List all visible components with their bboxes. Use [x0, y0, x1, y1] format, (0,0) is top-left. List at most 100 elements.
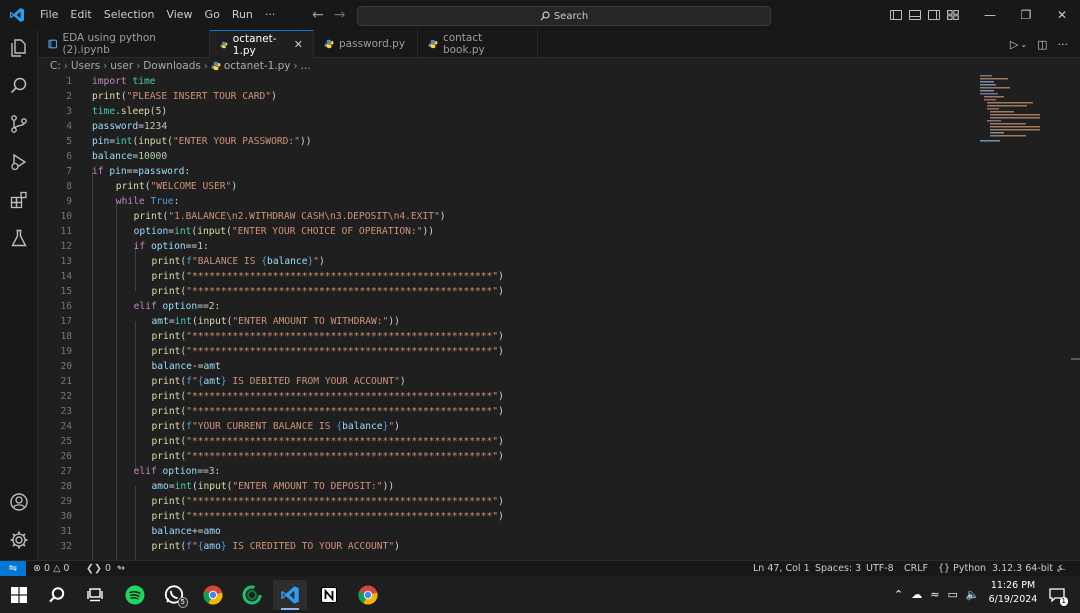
chrome-icon[interactable] [196, 580, 230, 610]
code-line[interactable]: 14 print("*******************************… [38, 269, 1038, 284]
tab-eda-notebook[interactable]: EDA using python (2).ipynb [38, 30, 210, 57]
run-python-file-icon[interactable]: ▷ [1010, 38, 1018, 51]
whatsapp-icon[interactable]: 5 [157, 580, 191, 610]
code-line[interactable]: 2 print("PLEASE INSERT TOUR CARD") [38, 89, 1038, 104]
ports-indicator[interactable]: ❮❯ 0 [86, 561, 111, 576]
vscode-taskbar-icon[interactable] [273, 580, 307, 610]
testing-flask-icon[interactable] [7, 226, 31, 250]
breadcrumb-user[interactable]: user [110, 60, 133, 72]
task-view-icon[interactable] [78, 580, 112, 610]
toggle-primary-sidebar-icon[interactable] [890, 10, 902, 20]
weather-cloud-icon[interactable]: ☁ [911, 588, 922, 601]
breadcrumb-file[interactable]: octanet-1.py [224, 60, 291, 72]
breadcrumb-symbol[interactable]: ... [301, 60, 311, 72]
tab-password-py[interactable]: password.py [314, 30, 418, 57]
code-line[interactable]: 16 elif option==2: [38, 299, 1038, 314]
code-line[interactable]: 15 print("*******************************… [38, 284, 1038, 299]
cursor-position[interactable]: Ln 47, Col 1 [753, 561, 810, 576]
menu-run[interactable]: Run [226, 0, 259, 30]
code-line[interactable]: 7 if pin==password: [38, 164, 1038, 179]
code-line[interactable]: 27 elif option==3: [38, 464, 1038, 479]
code-line[interactable]: 32 print(f"{amo} IS CREDITED TO YOUR ACCO… [38, 539, 1038, 554]
menu-more[interactable]: ··· [259, 0, 282, 30]
breadcrumb-drive[interactable]: C: [50, 60, 61, 72]
tab-octanet-py[interactable]: octanet-1.py ✕ [210, 30, 314, 58]
code-line[interactable]: 19 print("*******************************… [38, 344, 1038, 359]
windows-start-icon[interactable] [2, 580, 36, 610]
source-control-icon[interactable] [7, 112, 31, 136]
menu-view[interactable]: View [160, 0, 198, 30]
breadcrumb-downloads[interactable]: Downloads [143, 60, 201, 72]
code-line[interactable]: 21 print(f"{amt} IS DEBITED FROM YOUR ACC… [38, 374, 1038, 389]
code-line[interactable]: 12 if option==1: [38, 239, 1038, 254]
extensions-icon[interactable] [7, 188, 31, 212]
eol-setting[interactable]: CRLF [904, 561, 928, 576]
close-tab-icon[interactable]: ✕ [294, 38, 303, 51]
code-line[interactable]: 5 pin=int(input("ENTER YOUR PASSWORD:")) [38, 134, 1038, 149]
code-line[interactable]: 31 balance+=amo [38, 524, 1038, 539]
code-line[interactable]: 3 time.sleep(5) [38, 104, 1038, 119]
menu-file[interactable]: File [34, 0, 64, 30]
indentation-setting[interactable]: Spaces: 3 [815, 561, 861, 576]
customize-layout-icon[interactable] [947, 10, 959, 20]
python-interpreter[interactable]: 3.12.3 64-bit [992, 561, 1053, 576]
vertical-scrollbar[interactable] [1070, 74, 1080, 560]
remote-indicator-icon[interactable]: ⇋ [0, 561, 26, 576]
code-line[interactable]: 1 import time [38, 74, 1038, 89]
code-line[interactable]: 10 print("1.BALANCE\n2.WITHDRAW CASH\n3.D… [38, 209, 1038, 224]
battery-icon[interactable]: ▭ [947, 588, 957, 601]
code-line[interactable]: 26 print("*******************************… [38, 449, 1038, 464]
chrome-profile-icon[interactable] [351, 580, 385, 610]
accounts-icon[interactable] [7, 490, 31, 514]
code-line[interactable]: 8 print("WELCOME USER") [38, 179, 1038, 194]
spotify-icon[interactable] [118, 580, 152, 610]
language-mode[interactable]: {} Python [938, 561, 986, 576]
search-view-icon[interactable] [7, 74, 31, 98]
split-editor-icon[interactable]: ◫ [1037, 38, 1047, 51]
code-line[interactable]: 23 print("*******************************… [38, 404, 1038, 419]
run-dropdown-chevron-icon[interactable]: ⌄ [1020, 40, 1027, 49]
settings-gear-icon[interactable] [7, 528, 31, 552]
code-line[interactable]: 29 print("*******************************… [38, 494, 1038, 509]
encoding-setting[interactable]: UTF-8 [866, 561, 894, 576]
code-line[interactable]: 24 print(f"YOUR CURRENT BALANCE IS {balan… [38, 419, 1038, 434]
code-line[interactable]: 6 balance=10000 [38, 149, 1038, 164]
wifi-icon[interactable]: ≈ [930, 588, 939, 601]
code-line[interactable]: 30 print("*******************************… [38, 509, 1038, 524]
problems-indicator[interactable]: ⊗ 0 △ 0 [33, 561, 69, 576]
notification-center-icon[interactable]: 1 [1040, 580, 1074, 610]
live-share-icon[interactable]: ↬ [117, 561, 125, 576]
code-line[interactable]: 28 amo=int(input("ENTER AMOUNT TO DEPOSIT… [38, 479, 1038, 494]
code-line[interactable]: 17 amt=int(input("ENTER AMOUNT TO WITHDRA… [38, 314, 1038, 329]
forward-arrow-icon[interactable]: → [334, 7, 346, 23]
toggle-secondary-sidebar-icon[interactable] [928, 10, 940, 20]
notifications-bell-icon[interactable]: ⍼ [1057, 561, 1065, 576]
toggle-panel-icon[interactable] [909, 10, 921, 20]
code-line[interactable]: 22 print("*******************************… [38, 389, 1038, 404]
code-line[interactable]: 11 option=int(input("ENTER YOUR CHOICE OF… [38, 224, 1038, 239]
show-hidden-icons-chevron-icon[interactable]: ⌃ [894, 588, 903, 601]
menu-selection[interactable]: Selection [98, 0, 161, 30]
app-green-ring-icon[interactable] [235, 580, 269, 610]
minimap[interactable] [978, 74, 1042, 144]
menu-edit[interactable]: Edit [64, 0, 97, 30]
menu-go[interactable]: Go [199, 0, 226, 30]
close-window-icon[interactable]: ✕ [1044, 0, 1080, 30]
restore-icon[interactable]: ❐ [1008, 0, 1044, 30]
code-line[interactable]: 20 balance-=amt [38, 359, 1038, 374]
code-line[interactable]: 4 password=1234 [38, 119, 1038, 134]
notion-icon[interactable] [312, 580, 346, 610]
command-center-search[interactable]: Search [357, 6, 771, 26]
explorer-icon[interactable] [7, 36, 31, 60]
code-editor[interactable]: 1 import time 2 print("PLEASE INSERT TOUR C… [38, 74, 1070, 560]
code-line[interactable]: 18 print("*******************************… [38, 329, 1038, 344]
back-arrow-icon[interactable]: ← [312, 7, 324, 23]
taskbar-search-icon[interactable] [40, 580, 74, 610]
breadcrumb-users[interactable]: Users [71, 60, 100, 72]
code-line[interactable]: 9 while True: [38, 194, 1038, 209]
volume-icon[interactable]: 🔈 [966, 588, 980, 601]
tab-contact-book-py[interactable]: contact book.py [418, 30, 538, 57]
taskbar-clock[interactable]: 11:26 PM 6/19/2024 [986, 579, 1040, 607]
code-line[interactable]: 13 print(f"BALANCE IS {balance}") [38, 254, 1038, 269]
code-line[interactable]: 25 print("*******************************… [38, 434, 1038, 449]
